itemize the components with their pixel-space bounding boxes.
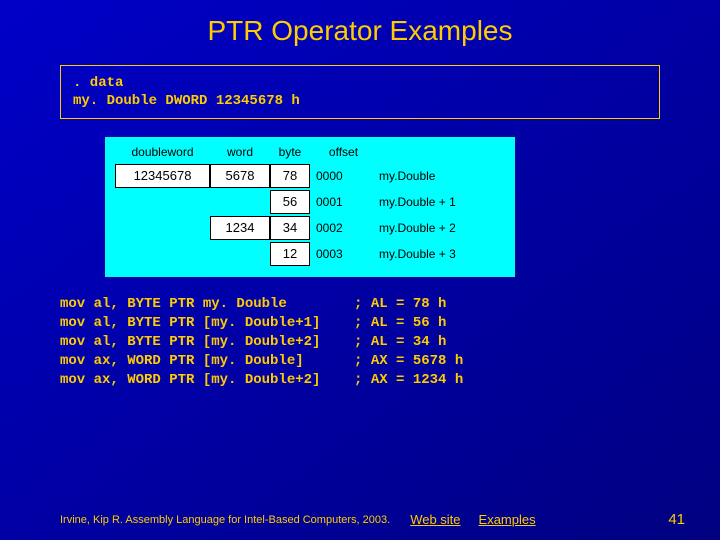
header-word: word [210, 145, 270, 159]
cell-offset: 0001 [316, 195, 371, 209]
website-link[interactable]: Web site [410, 512, 460, 527]
page-number: 41 [668, 511, 685, 528]
cell-doubleword: 12345678 [115, 164, 210, 188]
citation-text: Irvine, Kip R. Assembly Language for Int… [60, 514, 390, 526]
cell-byte: 12 [270, 242, 310, 266]
cell-label: my.Double + 3 [379, 247, 456, 261]
slide-title: PTR Operator Examples [0, 0, 720, 65]
memory-row: 12 0003 my.Double + 3 [115, 241, 505, 267]
memory-headers: doubleword word byte offset [115, 145, 505, 159]
code-line: mov al, BYTE PTR [my. Double+2] ; AL = 3… [60, 334, 446, 350]
memory-row: 56 0001 my.Double + 1 [115, 189, 505, 215]
cell-byte: 78 [270, 164, 310, 188]
cell-word: 5678 [210, 164, 270, 188]
memory-layout-figure: doubleword word byte offset 12345678 567… [105, 137, 515, 277]
cell-byte: 56 [270, 190, 310, 214]
cell-label: my.Double [379, 169, 435, 183]
code-line: mov al, BYTE PTR my. Double ; AL = 78 h [60, 296, 446, 312]
assembly-code-block: mov al, BYTE PTR my. Double ; AL = 78 h … [60, 295, 660, 389]
cell-offset: 0002 [316, 221, 371, 235]
memory-row: 1234 34 0002 my.Double + 2 [115, 215, 505, 241]
memory-row: 12345678 5678 78 0000 my.Double [115, 163, 505, 189]
examples-link[interactable]: Examples [479, 512, 536, 527]
cell-label: my.Double + 2 [379, 221, 456, 235]
cell-word: 1234 [210, 216, 270, 240]
data-declaration-block: . data my. Double DWORD 12345678 h [60, 65, 660, 119]
cell-offset: 0000 [316, 169, 371, 183]
cell-offset: 0003 [316, 247, 371, 261]
data-line-2: my. Double DWORD 12345678 h [73, 92, 647, 110]
cell-label: my.Double + 1 [379, 195, 456, 209]
data-line-1: . data [73, 74, 647, 92]
slide-footer: Irvine, Kip R. Assembly Language for Int… [0, 511, 720, 528]
header-byte: byte [270, 145, 310, 159]
header-doubleword: doubleword [115, 145, 210, 159]
code-line: mov al, BYTE PTR [my. Double+1] ; AL = 5… [60, 315, 446, 331]
cell-byte: 34 [270, 216, 310, 240]
header-offset: offset [316, 145, 371, 159]
code-line: mov ax, WORD PTR [my. Double+2] ; AX = 1… [60, 372, 463, 388]
code-line: mov ax, WORD PTR [my. Double] ; AX = 567… [60, 353, 463, 369]
